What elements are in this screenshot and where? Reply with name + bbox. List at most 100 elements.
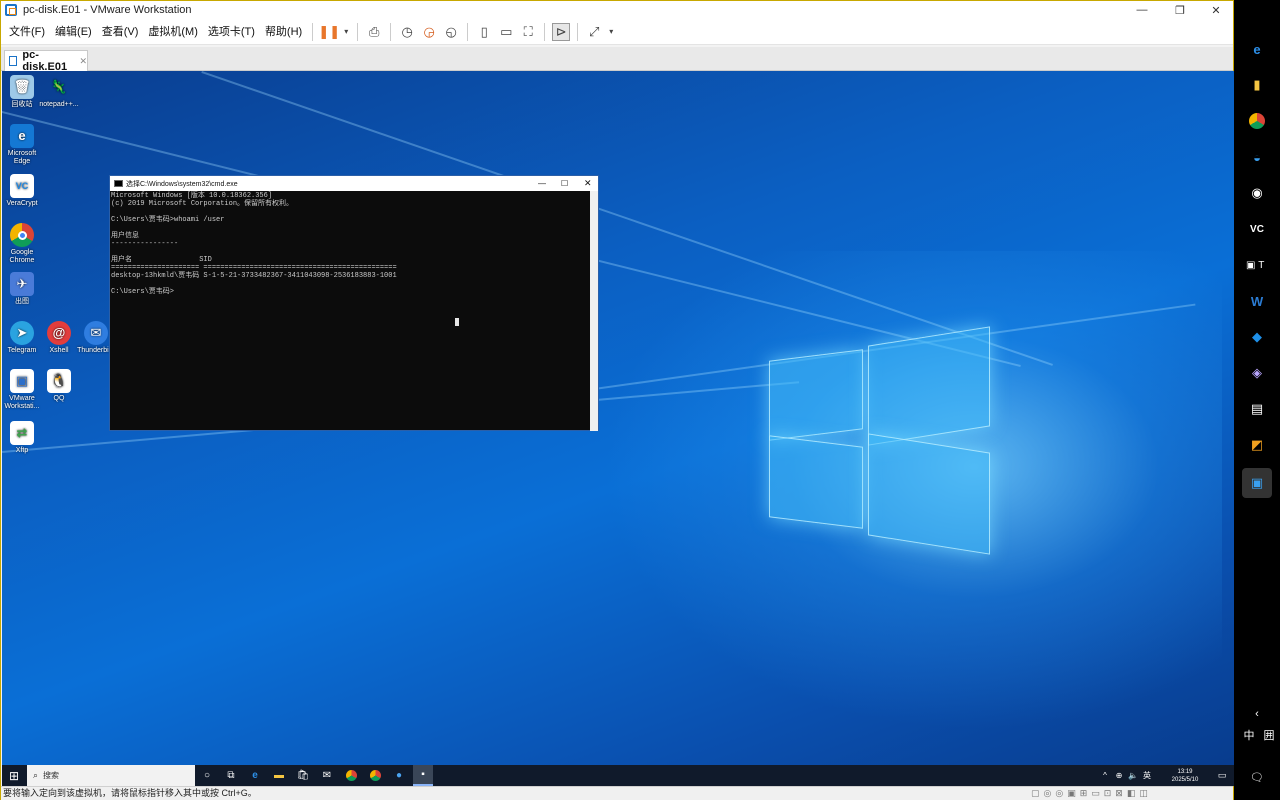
minimize-button[interactable]: — xyxy=(1125,1,1159,19)
toolbar-separator xyxy=(390,22,392,41)
desktop-icon-xshell[interactable]: @ Xshell xyxy=(39,321,79,355)
console-view-icon[interactable]: ⊳ xyxy=(552,22,571,41)
edge-icon: e xyxy=(10,124,34,148)
cmd-line: 用户名 SID xyxy=(111,256,212,264)
desktop-icon-chrome[interactable]: Google Chrome xyxy=(2,223,42,265)
desktop-icon-app[interactable]: ✈ 出图 xyxy=(2,272,42,306)
menu-tabs[interactable]: 选项卡(T) xyxy=(203,21,260,43)
search-icon: ⌕ xyxy=(33,770,39,780)
desktop-icon-veracrypt[interactable]: VC VeraCrypt xyxy=(2,174,42,208)
notification-icon[interactable]: ▭ xyxy=(1212,765,1232,786)
desktop-icon-edge[interactable]: e Microsoft Edge xyxy=(2,124,42,166)
toolbar-separator xyxy=(357,22,359,41)
vmware-app-icon xyxy=(5,4,17,16)
desktop-icon-xftp[interactable]: ⇄ Xftp xyxy=(2,421,42,455)
fullscreen-icon[interactable]: ⛶ xyxy=(519,23,537,41)
app-purple-icon[interactable]: ◈ xyxy=(1246,362,1268,384)
taskbar-search[interactable]: ⌕ 搜索 xyxy=(27,765,195,786)
device-status-icons[interactable]: ▢◎◎▣⊞▭⊡⊠◧◫ xyxy=(1031,787,1152,800)
terminal-label: T xyxy=(1258,259,1265,271)
send-ctrl-alt-del-icon[interactable]: ⎙ xyxy=(365,23,383,41)
vmware-icon[interactable]: ▣ xyxy=(1242,468,1272,498)
tab-close-icon[interactable]: ✕ xyxy=(79,56,87,67)
toolbar-separator xyxy=(577,22,579,41)
toolbar-separator xyxy=(544,22,546,41)
cmd-line: desktop-13hkmld\贾韦码 S-1-5-21-3733482367-… xyxy=(111,272,397,280)
console-icon[interactable]: ▤ xyxy=(1246,398,1268,420)
mail-icon[interactable]: ✉ xyxy=(317,765,337,786)
menu-help[interactable]: 帮助(H) xyxy=(260,21,307,43)
cmd-taskbar-icon[interactable]: ▪ xyxy=(413,765,433,786)
menu-file[interactable]: 文件(F) xyxy=(4,21,50,43)
menu-edit[interactable]: 编辑(E) xyxy=(50,21,97,43)
tab-bar: pc-disk.E01 ✕ xyxy=(1,47,1233,73)
edge-taskbar-icon[interactable]: e xyxy=(245,765,265,786)
desktop-icon-notepadpp[interactable]: 🦎 notepad++... xyxy=(39,75,79,109)
word-icon[interactable]: W xyxy=(1246,290,1268,312)
revert-snapshot-icon[interactable]: ◶ xyxy=(420,23,438,41)
network-icon[interactable]: ⊕ xyxy=(1114,765,1124,786)
chevron-down-icon[interactable]: ▾ xyxy=(607,23,615,41)
close-button[interactable]: ✕ xyxy=(1199,1,1233,19)
veracrypt-icon[interactable]: VC xyxy=(1246,218,1268,240)
ime-grid-icon[interactable]: 囲 xyxy=(1258,724,1280,746)
input-language[interactable]: 英 xyxy=(1142,765,1152,786)
file-explorer-icon[interactable]: ▮ xyxy=(1246,74,1268,96)
snapshot-icon[interactable]: ◷ xyxy=(398,23,416,41)
file-explorer-icon[interactable]: ▬ xyxy=(269,765,289,786)
desktop-icon-label: 出图 xyxy=(15,298,29,305)
desktop-icon-recycle-bin[interactable]: 🗑 回收站 xyxy=(2,75,42,109)
edge-icon[interactable]: e xyxy=(1246,38,1268,60)
vmware-window: pc-disk.E01 - VMware Workstation — ❐ ✕ 文… xyxy=(0,0,1234,800)
cmd-title: 选择C:\Windows\system32\cmd.exe xyxy=(126,180,238,188)
start-windows-icon[interactable]: ⊞ xyxy=(4,765,24,786)
vm-console[interactable]: 🗑 回收站 🦎 notepad++... e Microsoft Edge VC… xyxy=(2,71,1234,786)
windows-logo-pane xyxy=(868,433,990,555)
thumbnail-view-icon[interactable]: ▭ xyxy=(497,23,515,41)
store-icon[interactable]: 🛍 xyxy=(293,765,313,786)
menu-vm[interactable]: 虚拟机(M) xyxy=(143,21,203,43)
qq-icon: 🐧 xyxy=(47,369,71,393)
notification-center-icon[interactable]: 🗨 xyxy=(1246,766,1268,788)
task-view-icon[interactable]: ⧉ xyxy=(221,765,241,786)
obs-icon[interactable]: ◉ xyxy=(1246,182,1268,204)
thunderbird-taskbar-icon[interactable]: ● xyxy=(389,765,409,786)
chevron-down-icon[interactable]: ▾ xyxy=(342,23,350,41)
desktop-icon-vmware[interactable]: ▣ VMware Workstati... xyxy=(2,369,42,411)
app-wave-icon[interactable]: ◒ xyxy=(1246,146,1268,168)
maximize-button[interactable]: ❐ xyxy=(1163,1,1197,19)
taskbar-clock[interactable]: 13:19 2025/5/10 xyxy=(1160,768,1210,784)
toolbar-separator xyxy=(312,22,314,41)
library-view-icon[interactable]: ▯ xyxy=(475,23,493,41)
chevron-left-icon[interactable]: ‹ xyxy=(1246,703,1268,725)
desktop-icon-label: VMware Workstati... xyxy=(4,395,40,410)
pause-icon[interactable]: ❚❚ xyxy=(318,23,340,41)
cmd-maximize-button[interactable]: ☐ xyxy=(561,179,568,188)
cmd-close-button[interactable]: ✕ xyxy=(584,178,592,189)
ime-mode[interactable]: 中 xyxy=(1238,724,1260,746)
desktop-icon-qq[interactable]: 🐧 QQ xyxy=(39,369,79,403)
cmd-minimize-button[interactable]: — xyxy=(538,179,546,188)
tray-chevron-up-icon[interactable]: ^ xyxy=(1100,765,1110,786)
cortana-icon[interactable]: ○ xyxy=(197,765,217,786)
snapshot-manager-icon[interactable]: ◵ xyxy=(442,23,460,41)
windows-logo-pane xyxy=(769,435,863,529)
terminal-icon[interactable]: ▣ T xyxy=(1246,254,1280,276)
chrome-taskbar-icon[interactable] xyxy=(365,765,385,786)
cmd-window[interactable]: 选择C:\Windows\system32\cmd.exe — ☐ ✕ Micr… xyxy=(109,175,599,431)
clock-time: 13:19 xyxy=(1177,768,1193,775)
cmd-output[interactable]: Microsoft Windows [版本 10.0.18362.356] (c)… xyxy=(111,192,591,430)
chrome-icon[interactable] xyxy=(1246,110,1268,132)
shield-app-icon[interactable]: ◆ xyxy=(1246,326,1268,348)
menu-view[interactable]: 查看(V) xyxy=(97,21,144,43)
chrome-taskbar-icon[interactable] xyxy=(341,765,361,786)
stretch-guest-icon[interactable]: ⤢ xyxy=(585,23,603,41)
desktop-icon-telegram[interactable]: ➤ Telegram xyxy=(2,321,42,355)
host-taskbar: e ▮ ◒ ◉ VC ▣ T W ◆ ◈ ▤ ◩ ▣ ‹ 中 囲 🗨 xyxy=(1234,0,1280,800)
volume-icon[interactable]: 🔈 xyxy=(1128,765,1138,786)
cmd-title-bar[interactable]: 选择C:\Windows\system32\cmd.exe — ☐ ✕ xyxy=(110,176,598,191)
app-orange-icon[interactable]: ◩ xyxy=(1246,434,1268,456)
xftp-icon: ⇄ xyxy=(10,421,34,445)
cmd-scrollbar[interactable] xyxy=(590,191,598,431)
tab-pc-disk[interactable]: pc-disk.E01 ✕ xyxy=(4,49,88,73)
